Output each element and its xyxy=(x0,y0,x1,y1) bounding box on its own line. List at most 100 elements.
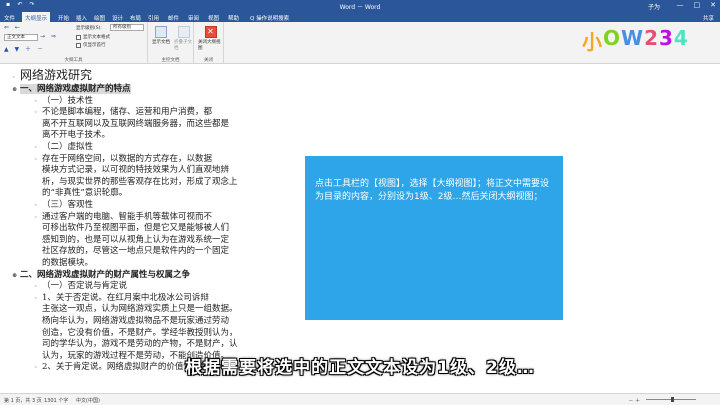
tab-layout[interactable]: 布局 xyxy=(130,14,141,22)
outline-bullet-icon[interactable]: ◦ xyxy=(12,74,20,81)
show-document-button[interactable]: 显示文档 xyxy=(152,26,170,45)
outline-body-line[interactable]: 司的学华认为，游戏不是劳动的产物，不是财产，认 xyxy=(34,337,238,349)
show-first-line-checkbox[interactable]: 仅显示首行 xyxy=(76,42,106,48)
tab-file[interactable]: 文件 xyxy=(4,14,15,22)
outline-body-line[interactable]: 模块方式记录，以可视的特技效果为人们直观地辨 xyxy=(34,163,229,175)
tell-me-search[interactable]: Q 操作说明搜索 xyxy=(250,14,289,22)
outline-body-line[interactable]: 杨向华认为，网络游戏虚拟物品不是玩家通过劳动 xyxy=(34,314,229,326)
outline-bullet-icon[interactable]: ◦ xyxy=(34,98,42,105)
outline-line-text: 可移出软件乃至视图平面，但是它又是能够被人们 xyxy=(42,223,230,234)
button-label: 关闭大纲视图 xyxy=(198,40,221,51)
outline-bullet-icon[interactable]: ◦ xyxy=(34,283,42,290)
outline-line-text: 感知到的，也是可以从视角上认为在游戏系统一定 xyxy=(42,234,230,245)
subdocument-icon xyxy=(177,26,190,38)
group-label: 关闭 xyxy=(204,58,213,63)
outline-bullet-icon[interactable]: ◦ xyxy=(34,144,42,151)
close-group: ✕ 关闭大纲视图 关闭 xyxy=(194,22,224,64)
outline-line-text: 的“非真性”意识轮廓。 xyxy=(42,188,128,199)
move-arrows[interactable]: ▲ ▼ ＋ － xyxy=(4,44,45,53)
outline-body-line[interactable]: ◦ 通过客户端的电脑、智能手机等载体可视而不 xyxy=(34,210,212,222)
outline-line-text: 二、网络游戏虚拟财产的财产属性与权属之争 xyxy=(20,269,191,280)
close-window-button[interactable]: ✕ xyxy=(710,1,716,9)
share-button[interactable]: 共享 xyxy=(703,14,714,22)
outline-heading-line[interactable]: ⊕ 一、网络游戏虚拟财产的特点 xyxy=(12,82,131,94)
outline-body-line[interactable]: ◦ （一）否定说与肯定说 xyxy=(34,279,127,291)
account-name[interactable]: 子为 xyxy=(648,2,660,11)
outline-line-text: （一）否定说与肯定说 xyxy=(42,281,128,292)
outline-line-text: 司的学华认为，游戏不是劳动的产物，不是财产，认 xyxy=(42,339,238,350)
outline-body-line[interactable]: 的“非真性”意识轮廓。 xyxy=(34,186,127,198)
checkbox-label: 仅显示首行 xyxy=(83,43,106,48)
show-level-select[interactable]: 所有级别 xyxy=(110,24,144,31)
outline-bullet-icon[interactable]: ◦ xyxy=(34,214,42,221)
group-label: 大纲工具 xyxy=(64,58,83,63)
outline-heading-line[interactable]: ⊕ 二、网络游戏虚拟财产的财产属性与权属之争 xyxy=(12,268,190,280)
status-bar: 第 1 页，共 3 页 1301 个字 中文(中国) － ＋ xyxy=(0,393,720,405)
minimize-button[interactable]: — xyxy=(677,1,684,9)
outline-bullet-icon[interactable]: ◦ xyxy=(34,295,42,302)
outline-bullet-icon[interactable]: ◦ xyxy=(34,156,42,163)
checkbox-icon[interactable] xyxy=(76,34,81,40)
tab-mailings[interactable]: 邮件 xyxy=(168,14,179,22)
zoom-controls[interactable]: － ＋ xyxy=(628,397,640,404)
collapse-subdocuments-button[interactable]: 折叠子文档 xyxy=(174,26,193,51)
page-count[interactable]: 第 1 页，共 3 页 xyxy=(4,397,42,404)
outline-line-text: 离不开互联网以及互联网终端服务器，而这些都是 xyxy=(42,118,230,129)
maximize-button[interactable]: □ xyxy=(694,1,701,9)
expand-bullet-icon[interactable]: ⊕ xyxy=(12,272,20,279)
outline-line-text: 杨向华认为，网络游戏虚拟物品不是玩家通过劳动 xyxy=(42,316,230,326)
promote-arrows[interactable]: ⇐ ← xyxy=(4,24,22,31)
close-icon: ✕ xyxy=(204,26,217,38)
outline-body-line[interactable]: ◦ 1、关于否定说。在红月案中北极冰公司诉辩 xyxy=(34,291,209,303)
outline-body-line[interactable]: ◦ （二）虚拟性 xyxy=(34,140,93,152)
outline-line-text: （三）客观性 xyxy=(42,200,94,210)
tab-references[interactable]: 引用 xyxy=(148,14,159,22)
outline-body-line[interactable]: 感知到的，也是可以从视角上认为在游戏系统一定 xyxy=(34,233,229,245)
tab-home[interactable]: 开始 xyxy=(58,14,69,22)
outline-line-text: 离不开电子技术。 xyxy=(42,130,111,141)
outline-body-line[interactable]: 主张这一观点，认为网络游戏实质上只是一组数据。 xyxy=(34,302,238,314)
outline-body-line[interactable]: 离不开互联网以及互联网终端服务器，而这些都是 xyxy=(34,117,229,129)
tab-design[interactable]: 设计 xyxy=(112,14,123,22)
outline-body-line[interactable]: ◦ （一）技术性 xyxy=(34,94,93,106)
outline-body-line[interactable]: 析，与现实世界的那些客观存在比对，形成了观念上 xyxy=(34,175,238,187)
outline-line-text: 一、网络游戏虚拟财产的特点 xyxy=(20,84,131,94)
zoom-slider-knob[interactable] xyxy=(671,397,674,402)
outline-line-text: 创造，它没有价值，不是财产。学经华教授则认为， xyxy=(42,327,238,338)
close-outline-view-button[interactable]: ✕ 关闭大纲视图 xyxy=(198,26,223,51)
outline-body-line[interactable]: 可移出软件乃至视图平面，但是它又是能够被人们 xyxy=(34,221,229,233)
group-label: 主控文档 xyxy=(161,58,180,63)
outline-heading-line[interactable]: ◦ 网络游戏研究 xyxy=(12,66,92,83)
outline-body-line[interactable]: 离不开电子技术。 xyxy=(34,128,110,140)
tab-view[interactable]: 视图 xyxy=(208,14,219,22)
outline-body-line[interactable]: 创造，它没有价值，不是财产。学经华教授则认为， xyxy=(34,326,238,338)
outline-line-text: 的数据模块。 xyxy=(42,258,94,268)
outline-line-text: 网络游戏研究 xyxy=(20,68,93,82)
expand-bullet-icon[interactable]: ⊕ xyxy=(12,86,20,93)
show-text-formatting-checkbox[interactable]: 显示文本格式 xyxy=(76,34,110,40)
tab-draw[interactable]: 绘图 xyxy=(94,14,105,22)
window-title: Word － Word xyxy=(339,4,381,11)
outline-body-line[interactable]: ◦ 存在于网络空间，以数据的方式存在，以数据 xyxy=(34,152,212,164)
tab-outlining[interactable]: 大纲显示 xyxy=(22,12,51,22)
outline-bullet-icon[interactable]: ◦ xyxy=(34,202,42,209)
button-label: 显示文档 xyxy=(152,40,170,45)
outline-bullet-icon[interactable]: ◦ xyxy=(34,109,42,116)
outline-body-line[interactable]: ◦ 不论是脚本编程，储存、运营和用户消费，都 xyxy=(34,105,212,117)
document-icon xyxy=(155,26,167,38)
language-indicator[interactable]: 中文(中国) xyxy=(76,397,100,404)
tab-review[interactable]: 审阅 xyxy=(188,14,199,22)
outline-body-line[interactable]: 的数据模块。 xyxy=(34,256,93,268)
master-document-group: 显示文档 折叠子文档 主控文档 xyxy=(148,22,194,64)
outline-body-line[interactable]: ◦ （三）客观性 xyxy=(34,198,93,210)
tab-insert[interactable]: 插入 xyxy=(76,14,87,22)
outline-level-select[interactable]: 正文文本 xyxy=(4,34,38,41)
demote-arrows[interactable]: → ⇒ xyxy=(40,33,58,40)
outline-body-line[interactable]: 社区存放的，尽管这一地点只是软件内的一个固定 xyxy=(34,244,229,256)
checkbox-icon[interactable] xyxy=(76,42,81,48)
tab-help[interactable]: 帮助 xyxy=(228,14,239,22)
outline-line-text: （二）虚拟性 xyxy=(42,142,94,152)
outline-line-text: 模块方式记录，以可视的特技效果为人们直观地辨 xyxy=(42,165,230,176)
button-label: 折叠子文档 xyxy=(174,40,192,51)
word-count[interactable]: 1301 个字 xyxy=(44,397,68,404)
